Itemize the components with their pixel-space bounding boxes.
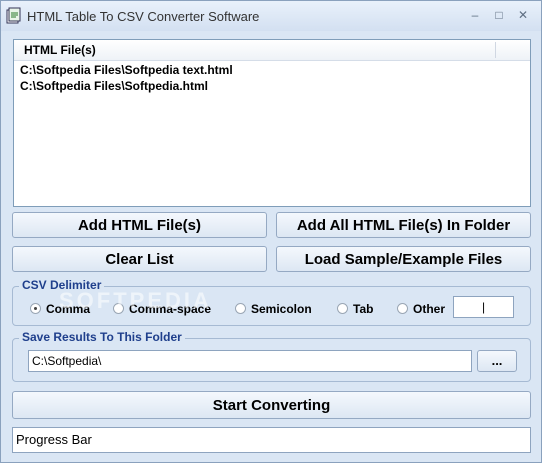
window-title: HTML Table To CSV Converter Software [27, 9, 260, 24]
clear-list-button[interactable]: Clear List [12, 246, 267, 272]
list-item[interactable]: C:\Softpedia Files\Softpedia text.html [20, 63, 233, 77]
radio-label: Semicolon [251, 302, 312, 316]
radio-icon [397, 303, 408, 314]
radio-icon [337, 303, 348, 314]
save-folder-legend: Save Results To This Folder [19, 330, 185, 344]
maximize-button[interactable]: □ [489, 7, 509, 23]
html-file-list[interactable]: HTML File(s) C:\Softpedia Files\Softpedi… [13, 39, 531, 207]
add-html-files-button[interactable]: Add HTML File(s) [12, 212, 267, 238]
load-sample-button[interactable]: Load Sample/Example Files [276, 246, 531, 272]
app-icon [6, 7, 21, 24]
list-header[interactable]: HTML File(s) [14, 40, 530, 61]
save-folder-group: Save Results To This Folder C:\Softpedia… [12, 330, 531, 382]
app-window: HTML Table To CSV Converter Software – □… [0, 0, 542, 463]
header-separator [495, 42, 496, 58]
browse-folder-button[interactable]: ... [477, 350, 517, 372]
minimize-button[interactable]: – [465, 7, 485, 23]
radio-icon [235, 303, 246, 314]
start-converting-button[interactable]: Start Converting [12, 391, 531, 419]
title-bar[interactable]: HTML Table To CSV Converter Software – □… [1, 1, 541, 31]
softpedia-watermark: SOFTPEDIA [59, 288, 212, 313]
add-folder-button[interactable]: Add All HTML File(s) In Folder [276, 212, 531, 238]
close-button[interactable]: ✕ [513, 7, 533, 23]
radio-label: Tab [353, 302, 374, 316]
list-item[interactable]: C:\Softpedia Files\Softpedia.html [20, 79, 208, 93]
save-folder-input[interactable]: C:\Softpedia\ [28, 350, 472, 372]
list-header-label: HTML File(s) [24, 43, 96, 57]
other-delimiter-input[interactable]: | [453, 296, 514, 318]
radio-label: Other [413, 302, 446, 316]
progress-bar: Progress Bar [12, 427, 531, 453]
radio-selected-icon [30, 303, 41, 314]
